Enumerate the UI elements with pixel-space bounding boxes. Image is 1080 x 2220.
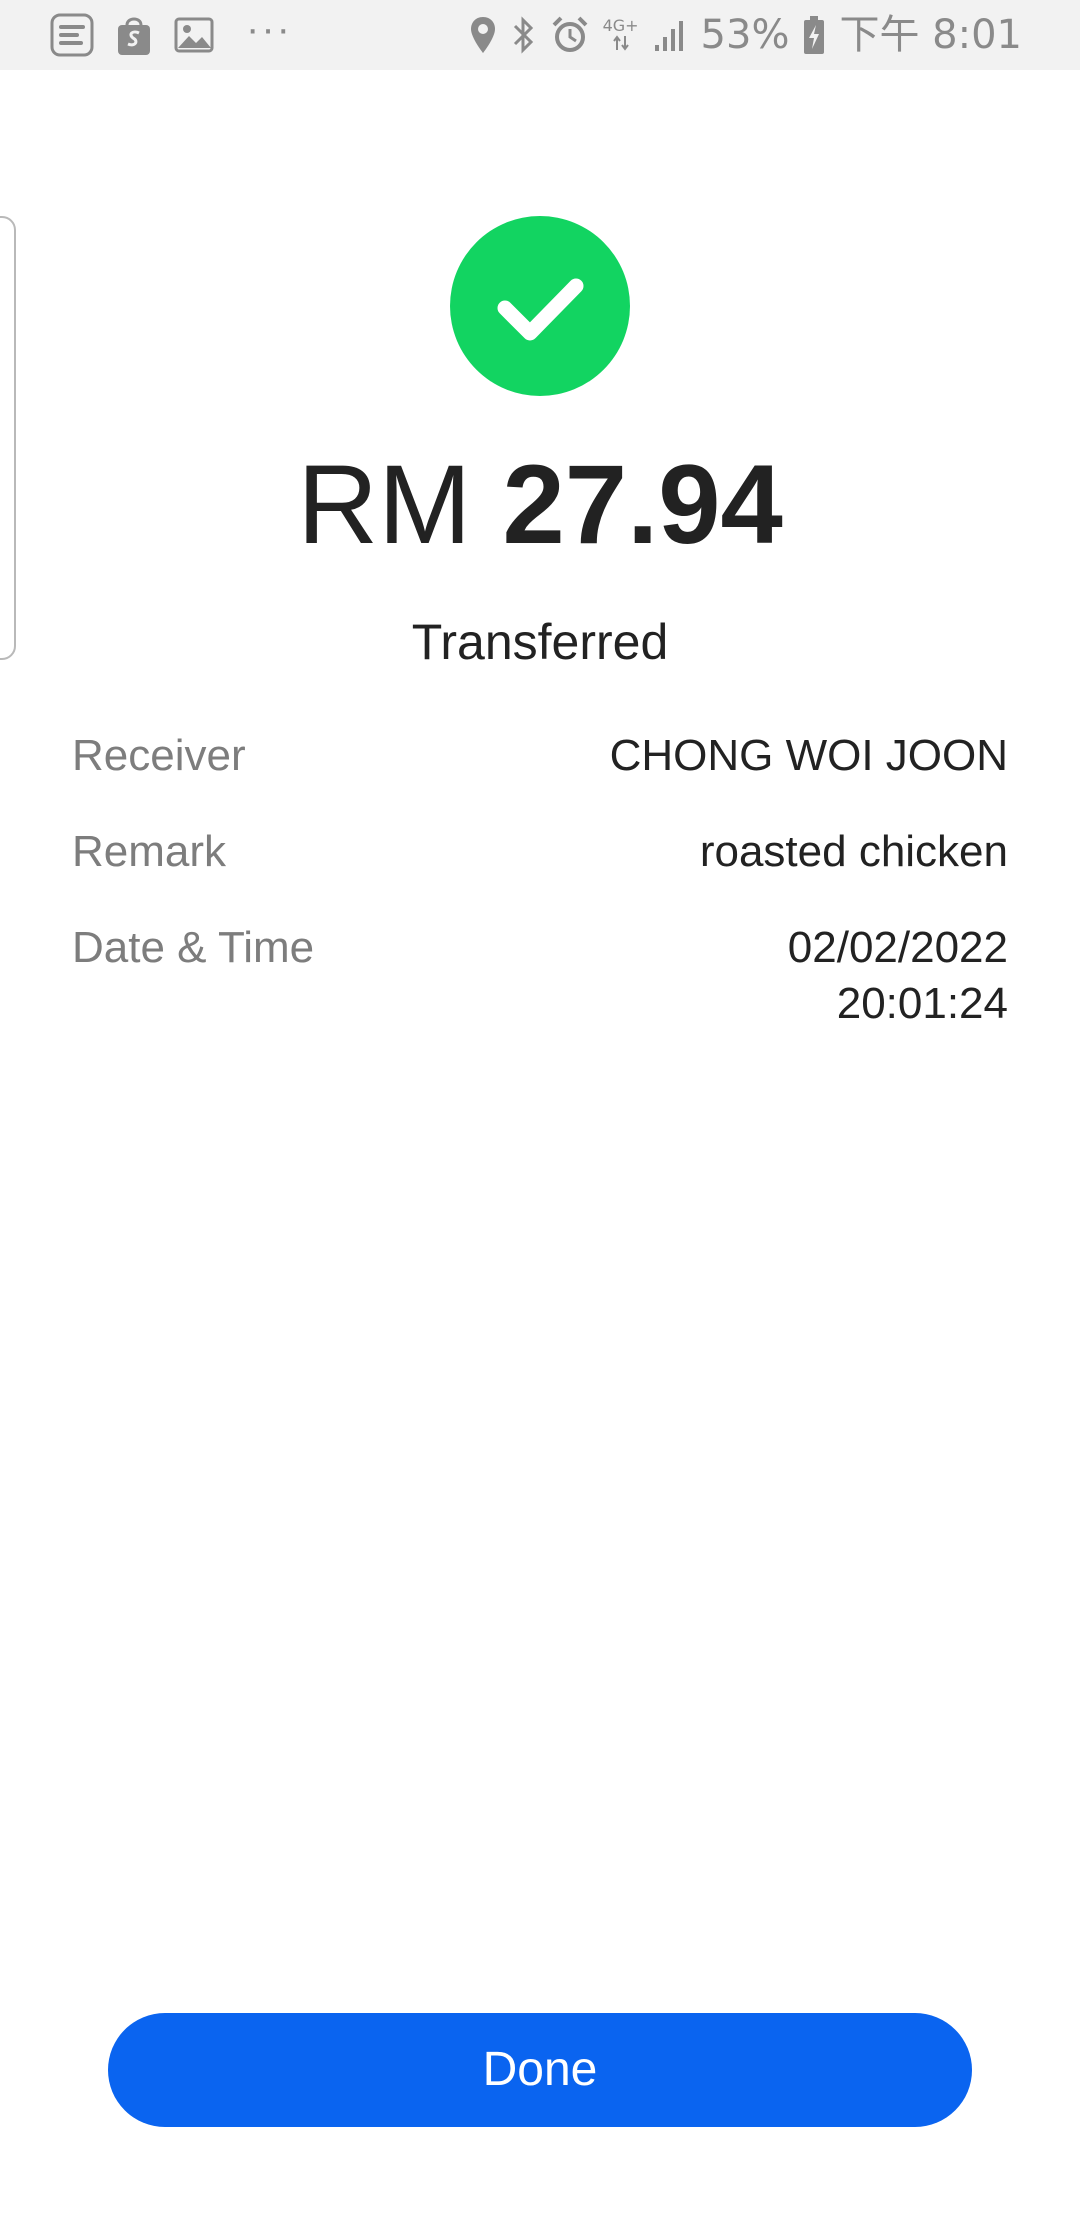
network-type: 4G+ [602,16,639,35]
edge-panel-handle[interactable] [0,216,16,660]
notification-icons: ··· [50,7,292,58]
remark-row: Remark roasted chicken [72,824,1008,880]
transfer-time: 20:01:24 [836,979,1008,1028]
gallery-icon [174,17,214,53]
location-icon [470,17,495,53]
more-notifications-icon: ··· [246,7,292,51]
alarm-icon [552,16,587,52]
shopping-bag-icon [118,17,150,55]
datetime-value: 02/02/2022 20:01:24 [788,920,1008,1032]
system-indicators: 4G+ 53% 下午 8:01 [469,10,1022,60]
touch-n-go-ewallet-icon [50,13,94,57]
receiver-value: CHONG WOI JOON [609,731,1008,780]
bluetooth-icon [513,16,533,54]
datetime-row: Date & Time 02/02/2022 20:01:24 [72,920,1008,1032]
transfer-status: Transferred [411,614,669,670]
datetime-label: Date & Time [72,923,315,972]
battery-percentage: 53% [700,12,790,58]
remark-label: Remark [72,827,227,876]
amount-currency: RM [297,442,472,567]
data-arrows-icon [612,35,629,51]
remark-value: roasted chicken [699,827,1008,876]
transfer-date: 02/02/2022 [787,923,1008,972]
signal-strength-icon [654,21,683,51]
success-check-icon [450,216,630,396]
amount-value: 27.94 [502,442,783,567]
receiver-label: Receiver [72,731,246,780]
clock: 下午 8:01 [839,12,1022,58]
receiver-row: Receiver CHONG WOI JOON [72,728,1008,784]
transfer-amount: RM 27.94 [0,440,1080,570]
battery-charging-icon [804,16,825,54]
done-button[interactable]: Done [108,2013,972,2127]
network-indicator: 4G+ [603,18,639,52]
status-bar: ··· 4G+ 53% 下午 8:01 [0,0,1080,70]
